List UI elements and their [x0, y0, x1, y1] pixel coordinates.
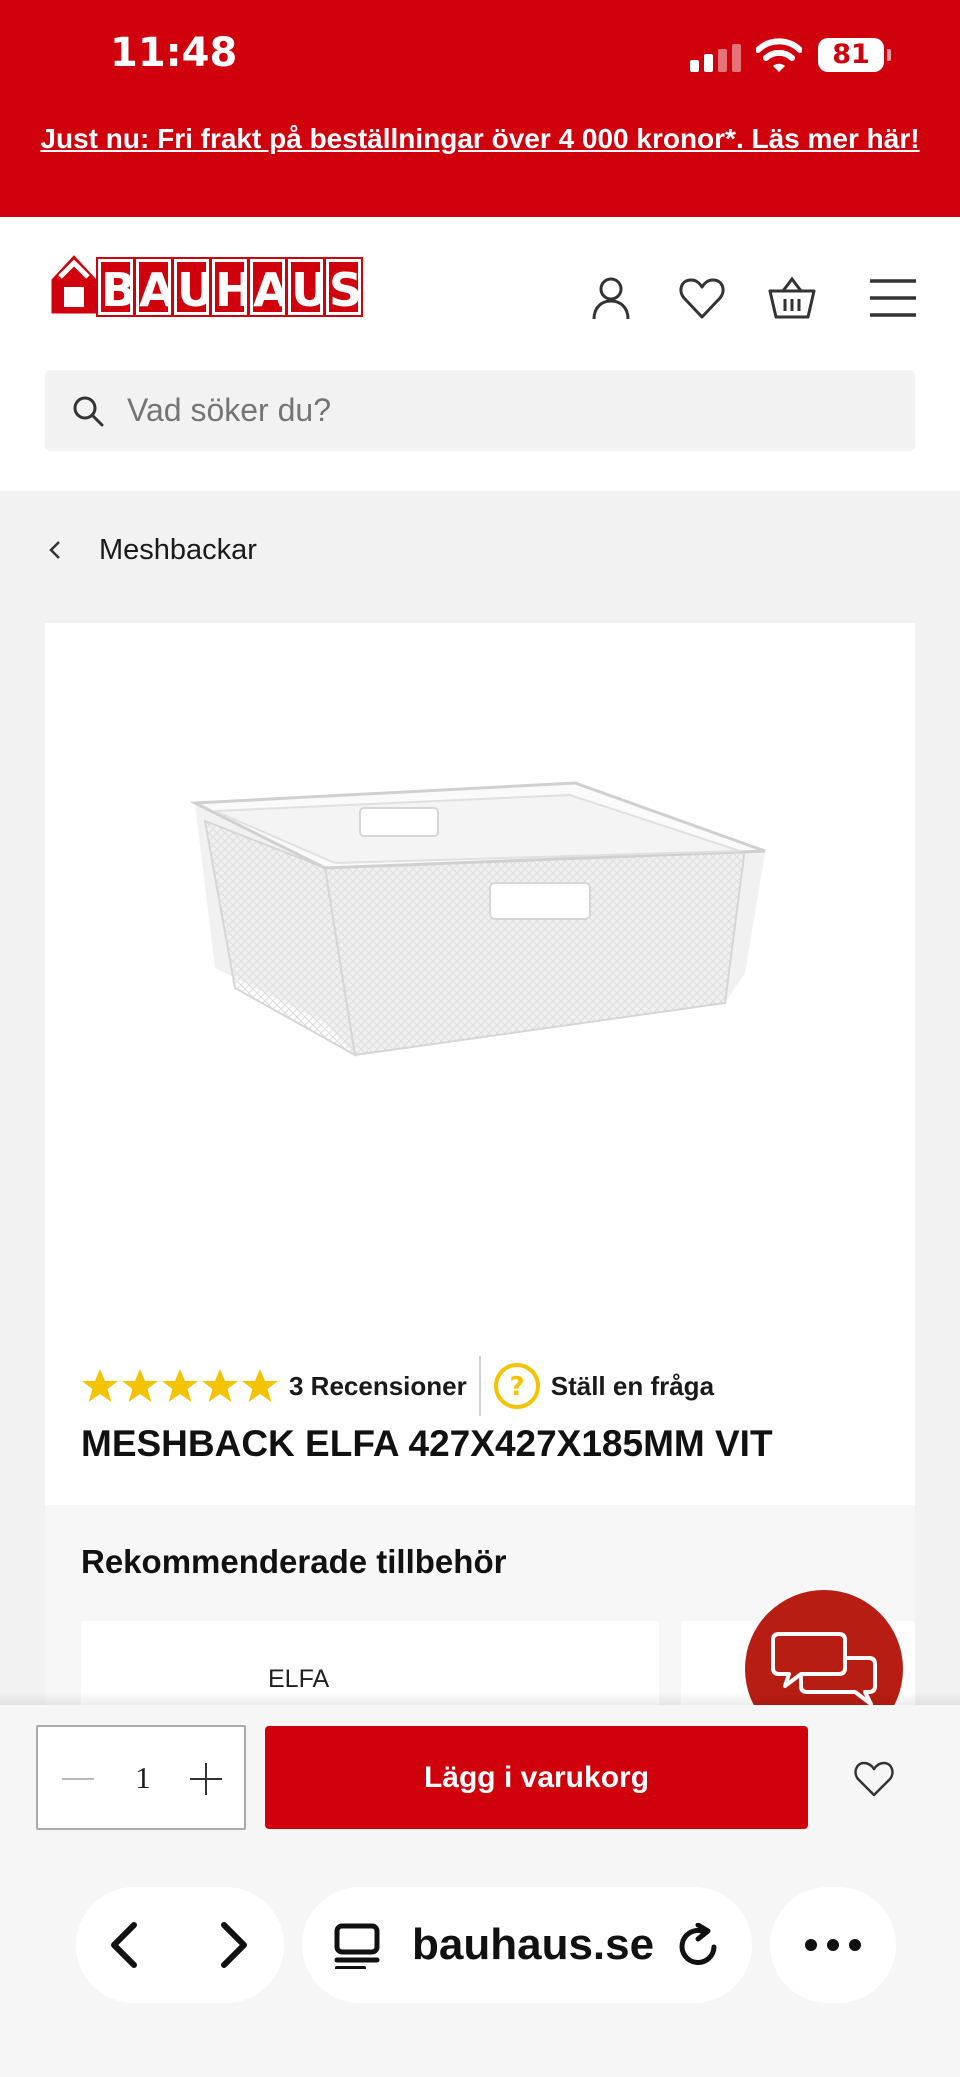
logo-letter: A	[134, 257, 175, 317]
rating-divider	[478, 1356, 481, 1416]
more-icon	[805, 1939, 861, 1951]
sticky-cart-bar: 1 Lägg i varukorg bauhaus.se	[0, 1705, 960, 2077]
quantity-value[interactable]: 1	[118, 1727, 168, 1828]
browser-nav	[76, 1887, 284, 2003]
logo-letter: U	[286, 257, 328, 317]
logo-letter: A	[248, 257, 289, 317]
logo-wordmark: BAUHAUS	[96, 257, 363, 317]
basket-icon[interactable]	[767, 273, 817, 323]
wifi-icon	[756, 38, 802, 72]
star-icon	[162, 1369, 198, 1402]
logo-letter: B	[96, 257, 136, 317]
back-icon[interactable]	[104, 1921, 144, 1969]
rating-row: 3 Recensioner ? Ställ en fråga	[81, 1356, 714, 1416]
svg-text:?: ?	[509, 1372, 524, 1402]
plus-icon[interactable]	[188, 1761, 224, 1797]
reload-icon[interactable]	[676, 1923, 722, 1969]
minus-icon[interactable]	[60, 1765, 96, 1793]
chevron-left-icon	[49, 541, 60, 559]
forward-icon[interactable]	[214, 1921, 254, 1969]
logo-letter: H	[210, 257, 254, 317]
product-card: 3 Recensioner ? Ställ en fråga MESHBACK …	[45, 623, 915, 1505]
quantity-stepper[interactable]: 1	[36, 1725, 246, 1830]
add-to-cart-button[interactable]: Lägg i varukorg	[265, 1726, 808, 1829]
breadcrumb[interactable]: Meshbackar	[45, 530, 257, 570]
logo-letter: S	[324, 257, 363, 317]
battery-indicator: 81	[818, 38, 891, 72]
search-icon	[73, 396, 104, 427]
logo-letter: U	[172, 257, 214, 317]
product-title: MESHBACK ELFA 427X427X185MM VIT	[81, 1423, 773, 1464]
ask-question-link[interactable]: Ställ en fråga	[551, 1371, 714, 1402]
search-bar[interactable]	[45, 370, 915, 451]
star-icon	[202, 1369, 238, 1402]
search-input[interactable]	[127, 370, 887, 451]
more-options-button[interactable]	[770, 1887, 896, 2003]
star-icon	[122, 1369, 158, 1402]
free-shipping-link[interactable]: Just nu: Fri frakt på beställningar över…	[30, 118, 930, 159]
status-time: 11:48	[110, 30, 238, 76]
address-bar[interactable]: bauhaus.se	[302, 1887, 752, 2003]
menu-icon[interactable]	[868, 273, 918, 323]
star-rating[interactable]	[81, 1367, 279, 1405]
heart-icon[interactable]	[677, 273, 727, 323]
sticky-shadow	[0, 1692, 960, 1706]
breadcrumb-label: Meshbackar	[99, 533, 257, 566]
signal-icon	[690, 44, 742, 72]
logo-house-icon	[48, 250, 100, 317]
star-icon	[82, 1369, 118, 1402]
reviews-link[interactable]: 3 Recensioner	[289, 1371, 467, 1402]
star-icon	[242, 1369, 278, 1402]
wishlist-heart-icon[interactable]	[852, 1759, 896, 1799]
account-icon[interactable]	[586, 273, 636, 323]
recommended-brand: ELFA	[268, 1665, 330, 1693]
bauhaus-logo[interactable]: BAUHAUS	[46, 247, 402, 317]
top-banner: 11:48 81 Just nu: Fri frakt på beställni…	[0, 0, 960, 217]
site-header: BAUHAUS	[0, 217, 960, 491]
recommended-title: Rekommenderade tillbehör	[81, 1543, 507, 1580]
url-text: bauhaus.se	[412, 1920, 655, 1969]
question-icon[interactable]: ?	[493, 1362, 541, 1410]
reader-mode-icon[interactable]	[334, 1923, 380, 1969]
product-image[interactable]	[185, 773, 785, 1153]
